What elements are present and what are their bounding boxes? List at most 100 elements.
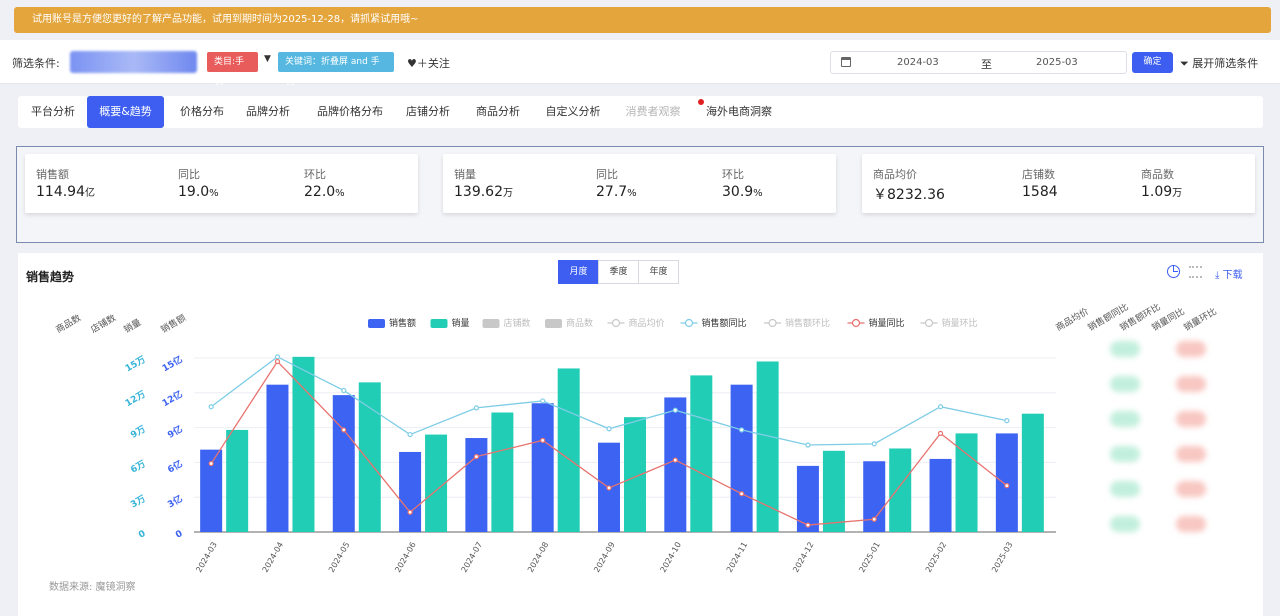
series-point: [341, 387, 347, 394]
kpi-number: 19.0: [178, 184, 210, 200]
series-point: [937, 404, 944, 410]
series-point: [672, 407, 678, 413]
kpi-label: 同比: [596, 168, 618, 181]
right-axis-name: 销量环比: [1182, 305, 1219, 333]
series-point: [208, 460, 214, 467]
series-point: [606, 485, 612, 491]
bar-sales: [531, 403, 554, 532]
legend-swatch: [545, 319, 562, 328]
kpi-label: 环比: [304, 168, 326, 181]
axis-name: 销售额: [159, 312, 188, 336]
tab-3[interactable]: 品牌分析: [236, 96, 300, 128]
axis-tick: 9亿: [165, 423, 184, 441]
kpi-unit: %: [627, 188, 637, 199]
filter-label: 筛选条件:: [12, 57, 60, 70]
confirm-button[interactable]: 确定: [1132, 52, 1173, 73]
tab-2[interactable]: 价格分布: [170, 96, 234, 128]
x-tick-label: 2024-06: [393, 541, 418, 574]
series-point: [473, 405, 479, 411]
tab-4[interactable]: 品牌价格分布: [306, 96, 394, 128]
x-tick-label: 2024-08: [526, 541, 551, 574]
category-tag[interactable]: 类目:手机: [207, 52, 258, 87]
series-point: [274, 358, 281, 365]
axis-tick: 3万: [129, 493, 148, 510]
x-tick-label: 2025-03: [990, 541, 1015, 574]
date-separator: 至: [981, 58, 992, 71]
date-end[interactable]: 2025-03: [1036, 57, 1078, 68]
kpi-value: 139.62万: [454, 184, 513, 200]
legend-label: 销量: [452, 317, 470, 329]
legend-label: 商品数: [566, 317, 593, 329]
kpi-unit: %: [335, 188, 345, 199]
bar-sales: [465, 438, 488, 532]
kpi-number: ￥8232.36: [873, 187, 945, 203]
legend-marker: [924, 318, 934, 328]
axis-tick: 0: [174, 529, 184, 541]
legend-label: 店铺数: [504, 317, 531, 329]
kpi-unit: 万: [503, 188, 513, 199]
follow-button[interactable]: ♥＋关注: [407, 55, 450, 71]
tab-7[interactable]: 自定义分析: [536, 96, 610, 128]
x-tick-label: 2024-05: [327, 541, 352, 574]
date-start[interactable]: 2024-03: [897, 57, 939, 68]
series-point: [540, 437, 546, 443]
tab-5[interactable]: 店铺分析: [396, 96, 460, 128]
kpi-number: 30.9: [722, 184, 754, 200]
kpi-unit: %: [209, 188, 219, 199]
x-tick-label: 2025-01: [857, 541, 882, 574]
bar-volume: [1021, 413, 1044, 532]
kpi-label: 商品均价: [873, 168, 917, 181]
series-point: [805, 442, 811, 448]
kpi-value: 1.09万: [1141, 184, 1182, 200]
axis-tick: 12亿: [160, 388, 185, 409]
filter-icon: ⏷: [1180, 57, 1193, 70]
tab-6[interactable]: 商品分析: [466, 96, 530, 128]
bar-sales: [266, 384, 289, 532]
date-range-picker[interactable]: 2024-03 至 2025-03: [830, 51, 1127, 74]
x-tick-label: 2024-07: [460, 541, 485, 574]
tab-1[interactable]: 概要&趋势: [87, 96, 164, 128]
kpi-value: ￥8232.36: [873, 184, 945, 204]
kpi-value: 1584: [1022, 184, 1058, 200]
tab-0[interactable]: 平台分析: [18, 96, 88, 128]
kpi-card-0: 销售额 114.94亿 同比 19.0% 环比 22.0%: [25, 154, 418, 213]
series-point: [937, 430, 944, 436]
filter-bar: 筛选条件: 类目:手机 ▼ 关键词：折叠屏 and 手机 ♥＋关注 2024-0…: [0, 40, 1280, 87]
calendar-icon: [841, 57, 851, 67]
legend-label: 销量环比: [942, 317, 978, 329]
bar-sales: [664, 397, 687, 532]
kpi-value: 19.0%: [178, 184, 219, 200]
series-point: [341, 427, 347, 433]
keyword-tag[interactable]: 关键词：折叠屏 and 手机: [278, 52, 394, 87]
caret-down-icon[interactable]: ▼: [264, 54, 271, 64]
series-point: [871, 516, 877, 522]
axis-tick: 15亿: [160, 353, 185, 374]
series-point: [407, 509, 413, 515]
series-point: [739, 427, 745, 433]
trial-banner: 试用账号是方便您更好的了解产品功能，试用到期时间为2025-12-28，请抓紧试…: [14, 7, 1271, 33]
series-point: [473, 454, 479, 460]
bar-sales: [399, 451, 422, 532]
series-point: [540, 398, 546, 404]
tab-8[interactable]: 消费者观察: [616, 96, 690, 128]
bar-volume: [358, 382, 381, 532]
expand-filter-button[interactable]: ⏷ 展开筛选条件: [1180, 55, 1258, 71]
bar-sales: [332, 395, 355, 532]
redacted-filter: [70, 51, 197, 73]
legend-marker: [611, 318, 621, 328]
legend-label: 销量同比: [869, 317, 905, 329]
kpi-label: 销售额: [36, 168, 69, 181]
bar-volume: [889, 448, 912, 532]
kpi-label: 同比: [178, 168, 200, 181]
kpi-summary: 销售额 114.94亿 同比 19.0% 环比 22.0% 销量 139.62万 同比 27.7%…: [16, 146, 1264, 243]
kpi-value: 30.9%: [722, 184, 763, 200]
kpi-number: 1584: [1022, 184, 1058, 200]
kpi-unit: 亿: [85, 188, 95, 199]
kpi-label: 销量: [454, 168, 476, 181]
kpi-number: 22.0: [304, 184, 336, 200]
tab-9[interactable]: 海外电商洞察: [698, 96, 780, 128]
series-point: [805, 522, 811, 528]
x-tick-label: 2025-02: [924, 541, 949, 574]
legend-swatch: [482, 319, 500, 328]
kpi-unit: 万: [1172, 188, 1183, 199]
